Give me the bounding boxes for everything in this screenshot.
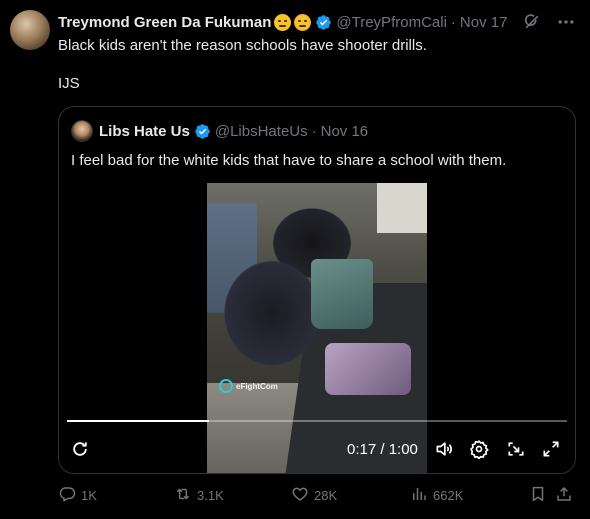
watermark-text: eFightCom	[236, 381, 278, 391]
quoted-tweet-date: Nov 16	[320, 122, 369, 140]
quoted-tweet-header: Libs Hate Us @LibsHateUs · Nov 16	[71, 120, 368, 142]
repost-icon	[174, 485, 197, 506]
video-frame[interactable]: eFightCom	[207, 183, 427, 473]
video-scene-tray	[325, 343, 411, 395]
tweet-text-line1: Black kids aren't the reason schools hav…	[58, 37, 427, 54]
quoted-author-handle: @LibsHateUs	[214, 122, 308, 140]
video-scene-bag	[311, 259, 373, 329]
watermark-logo-icon	[219, 379, 233, 393]
video-time: 0:17 / 1:00	[347, 440, 418, 458]
fullscreen-icon[interactable]	[540, 439, 562, 459]
tweet-actions: 1K 3.1K 28K 662K	[58, 485, 576, 505]
share-icon	[555, 485, 578, 506]
video-scene-shirt	[377, 183, 427, 233]
views-count: 662K	[433, 488, 464, 503]
reply-button[interactable]: 1K	[58, 485, 97, 506]
video-watermark: eFightCom	[219, 379, 278, 393]
tweet-header: Treymond Green Da Fukuman @TreyPfromCali…	[58, 12, 580, 32]
replay-icon[interactable]	[69, 439, 91, 459]
reply-count: 1K	[81, 488, 97, 503]
video-player[interactable]: eFightCom 0:17 / 1:00	[59, 183, 575, 473]
verified-icon[interactable]	[315, 14, 332, 31]
quoted-author-display-name: Libs Hate Us	[99, 122, 190, 140]
separator-dot: ·	[450, 13, 456, 31]
bookmark-icon	[529, 485, 552, 506]
quoted-tweet[interactable]: Libs Hate Us @LibsHateUs · Nov 16 I feel…	[58, 106, 576, 474]
volume-icon[interactable]	[433, 439, 455, 459]
repost-button[interactable]: 3.1K	[174, 485, 224, 506]
author-avatar[interactable]	[10, 10, 50, 50]
video-progress-fill	[67, 420, 209, 422]
author-display-name[interactable]: Treymond Green Da Fukuman	[58, 14, 271, 31]
views-button[interactable]: 662K	[410, 485, 463, 506]
like-count: 28K	[314, 488, 338, 503]
tweet-text-line2: IJS	[58, 75, 80, 92]
reply-icon	[58, 485, 81, 506]
tweet-text: Black kids aren't the reason schools hav…	[58, 36, 427, 94]
repost-count: 3.1K	[197, 488, 224, 503]
views-icon	[410, 485, 433, 506]
verified-icon	[194, 123, 211, 140]
quoted-tweet-text: I feel bad for the white kids that have …	[71, 152, 507, 169]
bookmark-button[interactable]	[529, 485, 552, 506]
separator-dot: ·	[311, 122, 317, 140]
angry-face-emoji	[294, 13, 312, 31]
more-icon[interactable]	[556, 12, 576, 32]
like-button[interactable]: 28K	[291, 485, 337, 506]
author-handle[interactable]: @TreyPfromCali	[336, 14, 447, 31]
pip-icon[interactable]	[505, 439, 527, 459]
settings-icon[interactable]	[468, 439, 490, 459]
quoted-author-avatar	[71, 120, 93, 142]
tweet-date[interactable]: Nov 17	[460, 14, 508, 31]
grok-icon[interactable]	[522, 12, 542, 32]
like-icon	[291, 485, 314, 506]
share-button[interactable]	[555, 485, 578, 506]
grimace-face-emoji	[274, 13, 292, 31]
video-progress-bar[interactable]	[67, 420, 567, 422]
